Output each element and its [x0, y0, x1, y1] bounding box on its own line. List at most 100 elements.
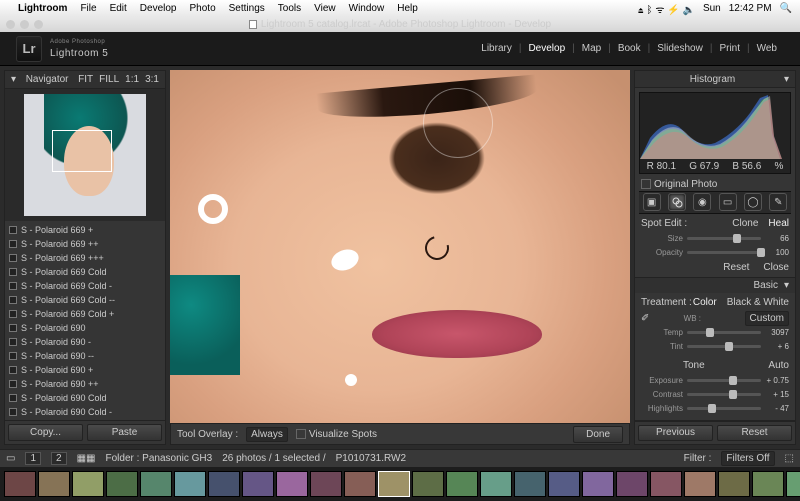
previous-button[interactable]: Previous — [638, 425, 713, 441]
orig-photo-chk[interactable] — [641, 179, 651, 189]
basic-header[interactable]: Basic▾ — [635, 278, 795, 293]
module-slideshow[interactable]: Slideshow — [650, 43, 710, 54]
filmstrip-thumb[interactable] — [684, 471, 716, 497]
navigator-viewport[interactable] — [52, 130, 112, 172]
zoom-1-1[interactable]: 1:1 — [125, 74, 139, 85]
filmstrip-thumb[interactable] — [140, 471, 172, 497]
filmstrip-thumb[interactable] — [378, 471, 410, 497]
clock-day[interactable]: Sun — [703, 3, 721, 14]
menu-window[interactable]: Window — [349, 3, 385, 14]
histogram[interactable]: R 80.1 G 67.9 B 56.6 % — [639, 92, 791, 174]
preset-row[interactable]: S - Polaroid 690 Cold - — [9, 405, 161, 419]
module-develop[interactable]: Develop — [521, 43, 572, 54]
histogram-header[interactable]: Histogram ▾ — [635, 71, 795, 88]
filmstrip-thumb[interactable] — [344, 471, 376, 497]
status-icons[interactable]: ⏏ ᛒ ᯤ ⚡ 🔈 — [638, 2, 695, 16]
filmstrip-thumb[interactable] — [752, 471, 784, 497]
radial-filter-tool[interactable]: ◯ — [744, 193, 762, 211]
redeye-tool[interactable]: ◉ — [693, 193, 711, 211]
eyedropper-icon[interactable]: ✐ — [641, 313, 655, 324]
preset-row[interactable]: S - Polaroid 669 ++ — [9, 237, 161, 251]
size-slider[interactable]: Size66 — [641, 232, 789, 246]
filmstrip-thumb[interactable] — [242, 471, 274, 497]
graduated-filter-tool[interactable]: ▭ — [719, 193, 737, 211]
filmstrip-thumb[interactable] — [310, 471, 342, 497]
spot-removal-tool[interactable] — [668, 193, 686, 211]
preset-row[interactable]: S - Polaroid 669 Cold - — [9, 279, 161, 293]
auto-tone[interactable]: Auto — [768, 360, 789, 371]
filmstrip-thumb[interactable] — [616, 471, 648, 497]
window-close-button[interactable] — [6, 20, 15, 29]
module-map[interactable]: Map — [575, 43, 608, 54]
filmstrip-thumb[interactable] — [514, 471, 546, 497]
menu-edit[interactable]: Edit — [110, 3, 127, 14]
grid-icon[interactable]: ▦▦ — [77, 453, 96, 464]
menu-view[interactable]: View — [314, 3, 336, 14]
menu-app[interactable]: Lightroom — [18, 3, 67, 14]
preset-row[interactable]: S - Polaroid 669 Cold — [9, 265, 161, 279]
preset-row[interactable]: S - Polaroid 669 + — [9, 223, 161, 237]
preset-row[interactable]: S - Polaroid 690 ++ — [9, 377, 161, 391]
filmstrip-thumb[interactable] — [174, 471, 206, 497]
navigator-thumb[interactable] — [5, 89, 165, 221]
opacity-slider[interactable]: Opacity100 — [641, 246, 789, 260]
filmstrip[interactable] — [0, 467, 800, 501]
visualize-spots-chk[interactable]: Visualize Spots — [296, 429, 377, 440]
clone-mode[interactable]: Clone — [732, 218, 758, 229]
preset-row[interactable]: S - Polaroid 690 + — [9, 363, 161, 377]
filmstrip-thumb[interactable] — [446, 471, 478, 497]
filter-lock-icon[interactable]: ⬚ — [785, 453, 794, 464]
tint-slider[interactable]: Tint+ 6 — [641, 340, 789, 354]
filmstrip-thumb[interactable] — [582, 471, 614, 497]
crop-tool[interactable]: ▣ — [643, 193, 661, 211]
filmstrip-thumb[interactable] — [38, 471, 70, 497]
menu-develop[interactable]: Develop — [140, 3, 177, 14]
window-min-button[interactable] — [20, 20, 29, 29]
clock-time[interactable]: 12:42 PM — [729, 3, 772, 14]
adjustment-brush-tool[interactable]: ✎ — [769, 193, 787, 211]
menu-help[interactable]: Help — [397, 3, 418, 14]
page-2[interactable]: 2 — [51, 452, 67, 465]
filmstrip-thumb[interactable] — [106, 471, 138, 497]
zoom-fit[interactable]: FIT — [78, 74, 93, 85]
preset-row[interactable]: S - Polaroid 690 Cold — [9, 391, 161, 405]
exposure-slider[interactable]: Exposure+ 0.75 — [641, 374, 789, 388]
contrast-slider[interactable]: Contrast+ 15 — [641, 388, 789, 402]
heal-mode[interactable]: Heal — [768, 218, 789, 229]
menu-file[interactable]: File — [80, 3, 96, 14]
menu-tools[interactable]: Tools — [278, 3, 301, 14]
preset-row[interactable]: S - Polaroid 669 Cold + — [9, 307, 161, 321]
temp-slider[interactable]: Temp3097 — [641, 326, 789, 340]
filmstrip-thumb[interactable] — [208, 471, 240, 497]
preset-row[interactable]: S - Polaroid 690 — [9, 321, 161, 335]
filter-select[interactable]: Filters Off — [721, 451, 774, 466]
paste-button[interactable]: Paste — [87, 424, 162, 441]
treatment-color[interactable]: Color — [693, 297, 717, 308]
chevron-down-icon[interactable]: ▾ — [784, 74, 789, 85]
filmstrip-thumb[interactable] — [72, 471, 104, 497]
preset-row[interactable]: S - Polaroid 669 Cold -- — [9, 293, 161, 307]
zoom-3-1[interactable]: 3:1 — [145, 74, 159, 85]
module-book[interactable]: Book — [611, 43, 648, 54]
filmstrip-thumb[interactable] — [412, 471, 444, 497]
menu-settings[interactable]: Settings — [229, 3, 265, 14]
filmstrip-thumb[interactable] — [786, 471, 800, 497]
done-button[interactable]: Done — [573, 426, 623, 443]
menu-photo[interactable]: Photo — [190, 3, 216, 14]
spot-close[interactable]: Close — [763, 262, 789, 273]
highlights-slider[interactable]: Highlights- 47 — [641, 402, 789, 416]
filmstrip-thumb[interactable] — [276, 471, 308, 497]
window-max-button[interactable] — [34, 20, 43, 29]
module-library[interactable]: Library — [474, 43, 519, 54]
spotlight-icon[interactable]: 🔍 — [780, 3, 792, 14]
filmstrip-thumb[interactable] — [650, 471, 682, 497]
navigator-header[interactable]: ▾ Navigator FIT FILL 1:1 3:1 — [5, 71, 165, 89]
monitor-icon[interactable]: ▭ — [6, 453, 15, 464]
chevron-down-icon[interactable]: ▾ — [11, 74, 16, 85]
treatment-bw[interactable]: Black & White — [727, 297, 789, 308]
wb-select[interactable]: Custom — [745, 311, 789, 326]
module-web[interactable]: Web — [750, 43, 784, 54]
preset-row[interactable]: S - Polaroid 690 -- — [9, 349, 161, 363]
heal-spot[interactable] — [345, 374, 357, 386]
tool-overlay-mode[interactable]: Always — [246, 427, 288, 442]
